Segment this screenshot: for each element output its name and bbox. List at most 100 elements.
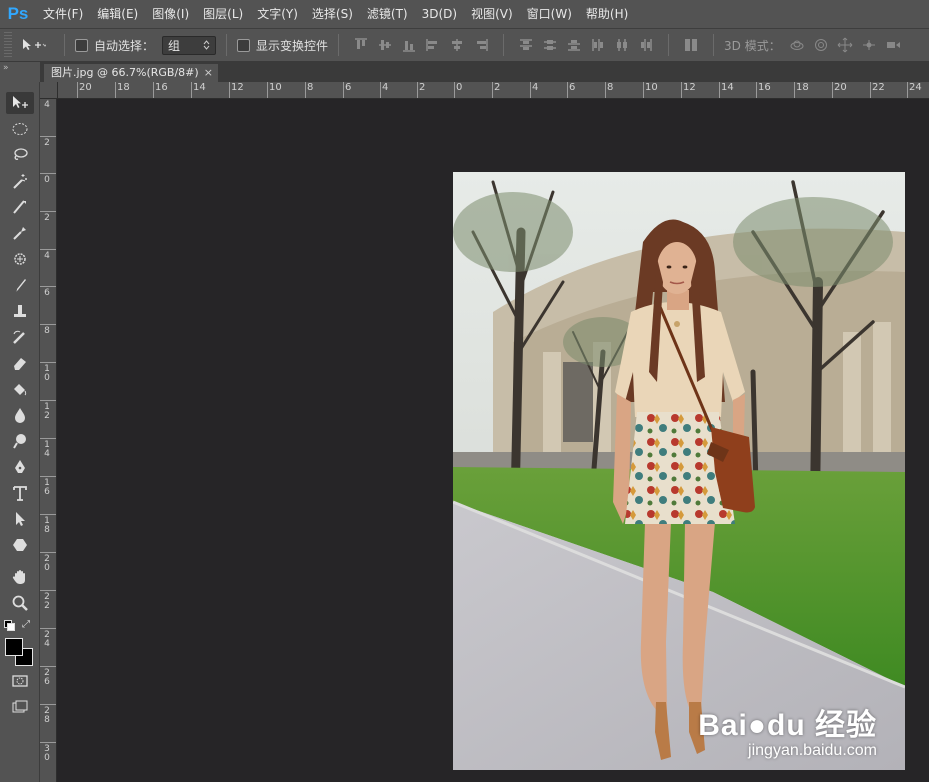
3d-orbit-icon[interactable] xyxy=(789,37,805,53)
brush-tool-icon[interactable] xyxy=(6,274,34,296)
tool-preset-picker[interactable] xyxy=(12,37,54,53)
screen-mode-icon[interactable] xyxy=(6,696,34,718)
ruler-h-label: 14 xyxy=(719,82,734,98)
options-bar-grip[interactable] xyxy=(4,32,12,58)
menu-help[interactable]: 帮助(H) xyxy=(579,0,635,28)
3d-scale-icon[interactable] xyxy=(885,37,901,53)
move-tool-icon[interactable] xyxy=(6,92,34,114)
stamp-tool-icon[interactable] xyxy=(6,300,34,322)
dodge-tool-icon[interactable] xyxy=(6,430,34,452)
options-bar: 自动选择： 组 显示变换控件 3D 模式： xyxy=(0,28,929,62)
zoom-tool-icon[interactable] xyxy=(6,592,34,614)
paint-bucket-tool-icon[interactable] xyxy=(6,378,34,400)
ruler-h-label: 10 xyxy=(267,82,282,98)
3d-slide-icon[interactable] xyxy=(861,37,877,53)
ruler-h-label: 18 xyxy=(794,82,809,98)
photoshop-logo: Ps xyxy=(7,4,29,23)
ruler-h-label: 10 xyxy=(643,82,658,98)
ruler-h-label: 2 xyxy=(416,82,426,98)
distribute-right-icon[interactable] xyxy=(638,37,654,53)
ruler-h-label: 2 xyxy=(491,82,501,98)
ruler-v-label: 16 xyxy=(40,476,56,497)
ruler-v-label: 26 xyxy=(40,666,56,687)
ruler-h-label: 6 xyxy=(566,82,576,98)
magic-wand-tool-icon[interactable] xyxy=(6,170,34,192)
close-tab-icon[interactable]: × xyxy=(204,64,213,82)
ruler-v-label: 30 xyxy=(40,742,56,763)
separator xyxy=(668,34,670,56)
ruler-h-label: 8 xyxy=(604,82,614,98)
menu-view[interactable]: 视图(V) xyxy=(464,0,520,28)
move-icon xyxy=(23,39,46,50)
align-left-icon[interactable] xyxy=(425,37,441,53)
document-canvas[interactable]: Bai●du 经验 jingyan.baidu.com xyxy=(58,99,929,782)
horizontal-ruler[interactable]: 20 18 16 14 12 10 8 6 4 2 0 2 4 6 8 10 1… xyxy=(58,82,929,99)
align-vcenter-icon[interactable] xyxy=(377,37,393,53)
auto-select-dropdown[interactable]: 组 xyxy=(162,35,217,55)
ruler-v-label: 2 xyxy=(40,136,56,148)
menu-layer[interactable]: 图层(L) xyxy=(196,0,250,28)
eraser-tool-icon[interactable] xyxy=(6,352,34,374)
ruler-v-label: 4 xyxy=(40,249,56,261)
auto-select-checkbox[interactable] xyxy=(75,38,88,52)
show-transform-checkbox[interactable] xyxy=(237,38,251,52)
document-tab-title: 图片.jpg @ 66.7%(RGB/8#) xyxy=(51,66,199,79)
history-brush-tool-icon[interactable] xyxy=(6,326,34,348)
align-hcenter-icon[interactable] xyxy=(449,37,465,53)
distribute-top-icon[interactable] xyxy=(518,37,534,53)
ruler-v-label: 12 xyxy=(40,400,56,421)
separator xyxy=(226,34,228,56)
document-tab[interactable]: 图片.jpg @ 66.7%(RGB/8#) × xyxy=(44,64,218,82)
foreground-color-swatch[interactable] xyxy=(5,638,23,656)
photo-layer[interactable]: Bai●du 经验 jingyan.baidu.com xyxy=(453,172,905,770)
ruler-v-label: 28 xyxy=(40,704,56,725)
ruler-v-label: 24 xyxy=(40,628,56,649)
shape-tool-icon[interactable] xyxy=(6,534,34,556)
blur-tool-icon[interactable] xyxy=(6,404,34,426)
align-right-icon[interactable] xyxy=(473,37,489,53)
hand-tool-icon[interactable] xyxy=(6,566,34,588)
marquee-tool-icon[interactable] xyxy=(6,118,34,140)
distribute-bottom-icon[interactable] xyxy=(566,37,582,53)
lasso-tool-icon[interactable] xyxy=(6,144,34,166)
quick-mask-icon[interactable] xyxy=(6,670,34,692)
swap-colors-icon[interactable]: ⤢ xyxy=(22,619,30,630)
menu-file[interactable]: 文件(F) xyxy=(36,0,90,28)
eyedropper-tool-icon[interactable] xyxy=(6,222,34,244)
ruler-h-label: 16 xyxy=(756,82,771,98)
3d-roll-icon[interactable] xyxy=(813,37,829,53)
vertical-ruler[interactable]: 4 2 0 2 4 6 8 10 12 14 16 18 20 22 24 26… xyxy=(40,99,57,782)
path-select-tool-icon[interactable] xyxy=(6,508,34,530)
ruler-h-label: 4 xyxy=(379,82,389,98)
pen-tool-icon[interactable] xyxy=(6,456,34,478)
default-colors-icon[interactable] xyxy=(4,620,15,631)
menu-3d[interactable]: 3D(D) xyxy=(415,0,464,28)
healing-brush-tool-icon[interactable] xyxy=(6,248,34,270)
mode-3d-label: 3D 模式： xyxy=(724,38,781,53)
ruler-h-label: 22 xyxy=(870,82,885,98)
auto-align-icon[interactable] xyxy=(683,37,699,53)
distribute-hcenter-icon[interactable] xyxy=(614,37,630,53)
menu-type[interactable]: 文字(Y) xyxy=(250,0,305,28)
ruler-h-label: 20 xyxy=(832,82,847,98)
distribute-vcenter-icon[interactable] xyxy=(542,37,558,53)
menu-filter[interactable]: 滤镜(T) xyxy=(360,0,415,28)
ruler-v-label: 18 xyxy=(40,514,56,535)
align-bottom-icon[interactable] xyxy=(401,37,417,53)
type-tool-icon[interactable] xyxy=(6,482,34,504)
ruler-v-label: 10 xyxy=(40,362,56,383)
toolbox: ⤢ xyxy=(0,82,40,782)
ruler-v-label: 4 xyxy=(44,100,50,110)
menu-select[interactable]: 选择(S) xyxy=(305,0,360,28)
crop-tool-icon[interactable] xyxy=(6,196,34,218)
menu-window[interactable]: 窗口(W) xyxy=(520,0,579,28)
menu-edit[interactable]: 编辑(E) xyxy=(90,0,145,28)
3d-drag-icon[interactable] xyxy=(837,37,853,53)
menu-image[interactable]: 图像(I) xyxy=(145,0,196,28)
panel-collapse-button[interactable]: » xyxy=(0,62,40,82)
ruler-origin[interactable] xyxy=(40,82,58,99)
align-top-icon[interactable] xyxy=(353,37,369,53)
separator xyxy=(713,34,715,56)
ruler-h-label: 20 xyxy=(77,82,92,98)
distribute-left-icon[interactable] xyxy=(590,37,606,53)
